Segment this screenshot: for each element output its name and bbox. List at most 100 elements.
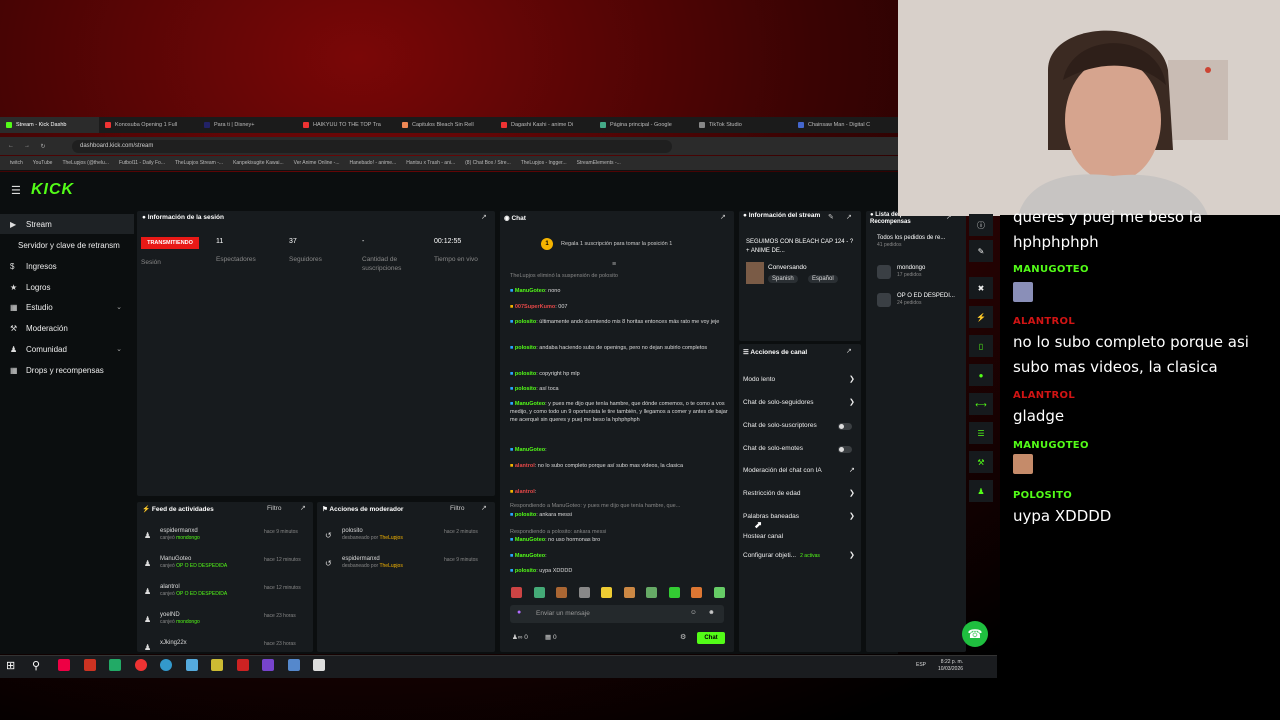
windows-start-icon[interactable]: ⊞ [6,659,15,672]
chat-username[interactable]: ManuGoteo [515,537,545,543]
popout-icon[interactable]: ↗ [481,504,487,512]
forward-icon[interactable]: → [22,143,32,149]
emote-icon[interactable] [713,587,725,598]
pencil-icon[interactable]: ✎ [969,240,993,262]
chat-username[interactable]: ManuGoteo [515,401,545,407]
all-rewards-item[interactable]: Todos los pedidos de re... 41 pedidos [877,235,945,248]
pinned-gift-banner[interactable]: Regala 1 suscripción para tomar la posic… [561,241,672,247]
close-icon[interactable]: ✖ [969,277,993,299]
language-indicator[interactable]: ESP [916,662,926,668]
browser-tab[interactable]: Capitulos Bleach Sin Rell [396,117,495,133]
channel-action-row[interactable]: Moderación del chat con IA [743,467,822,474]
popout-icon[interactable]: ↗ [300,504,306,512]
external-link-icon[interactable]: ↗ [849,466,855,474]
sidebar-item[interactable]: ▦ Drops y recompensas [0,360,134,380]
url-field[interactable]: dashboard.kick.com/stream [72,139,672,153]
toggle-switch[interactable] [838,446,852,453]
chat-message[interactable]: ■ polosito: andaba haciendo subs de open… [510,344,728,352]
emote-picker-icon[interactable]: ☻ [708,609,715,616]
channel-action-row[interactable]: Restricción de edad [743,490,800,497]
chat-username[interactable]: polosito [515,319,536,325]
kick-logo[interactable]: KICK [31,181,74,199]
channel-action-row[interactable]: Palabras baneadas [743,513,799,520]
back-icon[interactable]: ← [6,143,16,149]
mod-filter[interactable]: Filtro [450,505,464,512]
popout-icon[interactable]: ↗ [720,213,726,221]
chat-message[interactable]: ■ polosito: ankara messi [510,511,728,519]
emote-icon[interactable] [691,587,702,598]
help-button[interactable]: ☎ [962,621,988,647]
bolt-icon[interactable]: ⚡ [969,306,993,328]
channel-action-row[interactable]: Configurar objeti... 2 activas [743,552,820,559]
edit-icon[interactable]: ✎ [828,213,834,221]
emote-icon[interactable] [646,587,657,598]
popout-icon[interactable]: ↗ [846,347,852,355]
bookmark-item[interactable]: Kanpekisugite Kawai... [233,160,284,166]
browser-tab[interactable]: Página principal - Google [594,117,693,133]
chat-username[interactable]: 007SuperKumo [515,304,555,310]
channel-action-row[interactable]: Chat de solo-emotes [743,445,803,452]
microphone-icon[interactable]: ● [517,609,521,616]
mod-action-row[interactable]: espidermanxd desbaneado por TheLupjos [342,556,403,569]
raid-icon[interactable]: ⟷ [969,393,993,415]
taskbar-app-icon[interactable] [262,659,274,671]
browser-tab[interactable]: Para ti | Disney+ [198,117,297,133]
activity-row[interactable]: xJking22x [160,640,187,646]
chat-username[interactable]: alantrol [515,489,535,495]
settings-icon[interactable]: ⚙ [680,633,686,641]
chat-message[interactable]: ■ ManuGoteo: nono [510,287,728,295]
reward-item[interactable]: mondongo 17 pedidos [897,265,925,278]
toggle-switch[interactable] [838,423,852,430]
channel-action-row[interactable]: Chat de solo-suscriptores [743,422,817,429]
taskbar-app-icon[interactable] [185,659,198,671]
info-icon[interactable]: ⓘ [969,214,993,236]
emote-icon[interactable] [623,587,635,598]
browser-tab[interactable]: HAIKYUU TO THE TOP Tra [297,117,396,133]
chat-message[interactable]: ■ alantrol: [510,488,728,496]
taskbar-app-icon[interactable] [109,659,121,671]
chat-message[interactable]: ■ alantrol: no lo subo completo porque a… [510,462,728,470]
chat-message[interactable]: ■ ManuGoteo: [510,552,728,560]
search-icon[interactable]: ⚲ [32,659,40,672]
channel-action-row[interactable]: Chat de solo-seguidores [743,399,813,406]
bookmark-item[interactable]: (8) Chat Box / Stre... [465,160,511,166]
pin-icon[interactable]: ≡ [612,261,616,268]
menu-icon[interactable]: ☰ [11,184,21,197]
sidebar-item[interactable]: ⚒ Moderación [0,318,134,338]
chat-send-button[interactable]: Chat [697,632,725,644]
activity-row[interactable]: ManuGoteo canjeó OP O ED DESPEDIDA [160,556,227,569]
bookmark-item[interactable]: Futbol11 - Daily Fo... [119,160,165,166]
taskbar-app-icon[interactable] [83,659,96,671]
chevron-right-icon[interactable]: ❯ [849,375,855,383]
browser-tab[interactable]: TikTok Studio [693,117,792,133]
chat-system-message[interactable]: Respondiendo a polosito: ankara messi [510,528,728,536]
taskbar-app-icon[interactable] [313,659,325,671]
taskbar-app-icon[interactable] [134,659,147,671]
emote-icon[interactable] [601,587,612,598]
taskbar-app-icon[interactable] [211,659,223,671]
chevron-right-icon[interactable]: ❯ [849,512,855,520]
sidebar-item[interactable]: Servidor y clave de retransm [0,235,134,255]
bookmark-item[interactable]: YouTube [33,160,53,166]
bookmark-item[interactable]: TheLupjos (@thelu... [62,160,109,166]
chat-system-message[interactable]: Respondiendo a ManuGoteo: y pues me dijo… [510,502,728,510]
browser-tab[interactable]: Konosuba Opening 1 Full [99,117,198,133]
sidebar-item[interactable]: ♟ Comunidad ⌄ [0,339,134,359]
chat-message[interactable]: ■ polosito: uypa XDDDD [510,567,728,575]
chat-username[interactable]: polosito [515,568,536,574]
emote-icon[interactable] [511,587,522,598]
wrench-icon[interactable]: ⚒ [969,451,993,473]
users-icon[interactable]: ♟ [969,480,993,502]
chat-system-message[interactable]: TheLupjos eliminó la suspensión de polos… [510,272,728,280]
chat-username[interactable]: polosito [515,345,536,351]
sidebar-item[interactable]: $ Ingresos [0,256,134,276]
mod-action-row[interactable]: polosito desbaneado por TheLupjos [342,528,403,541]
activity-filter[interactable]: Filtro [267,505,281,512]
activity-row[interactable]: espidermanxd canjeó mondongo [160,528,200,541]
chat-username[interactable]: alantrol [515,463,535,469]
chat-message[interactable]: ■ polosito: así toca [510,385,728,393]
bookmark-item[interactable]: Hantsu x Trash - ani... [406,160,455,166]
taskbar-app-icon[interactable] [58,659,70,671]
chevron-right-icon[interactable]: ❯ [849,489,855,497]
channel-action-row[interactable]: Modo lento [743,376,775,383]
